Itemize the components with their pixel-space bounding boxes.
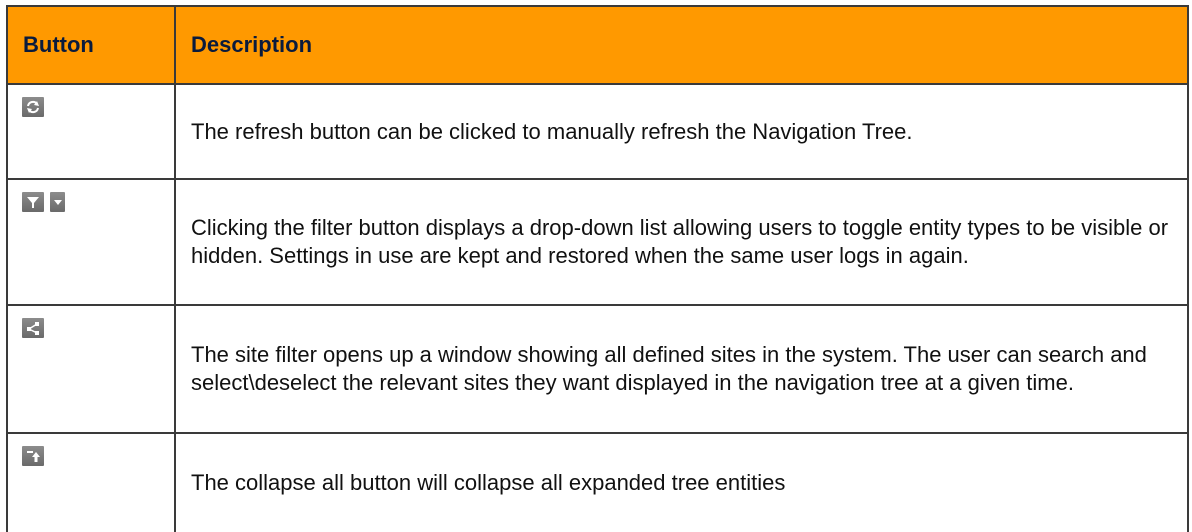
table-row: The refresh button can be clicked to man… [6,83,1189,180]
table-row: Clicking the filter button displays a dr… [6,178,1189,306]
button-description-table: Button Description The refresh button ca… [6,5,1189,532]
table-row: The site filter opens up a window showin… [6,304,1189,434]
description-cell: The site filter opens up a window showin… [174,304,1189,434]
chevron-down-icon [50,192,65,212]
refresh-icon [22,97,44,117]
description-cell: Clicking the filter button displays a dr… [174,178,1189,306]
icon-cell [6,304,176,434]
header-description: Description [174,5,1189,85]
description-cell: The refresh button can be clicked to man… [174,83,1189,180]
icon-cell [6,432,176,532]
description-cell: The collapse all button will collapse al… [174,432,1189,532]
icon-cell [6,83,176,180]
table-header-row: Button Description [6,5,1189,85]
site-filter-icon [22,318,44,338]
icon-cell [6,178,176,306]
header-button: Button [6,5,176,85]
header-description-label: Description [191,32,313,57]
collapse-all-icon [22,446,44,466]
header-button-label: Button [23,32,94,57]
table-row: The collapse all button will collapse al… [6,432,1189,532]
filter-icon [22,192,44,212]
